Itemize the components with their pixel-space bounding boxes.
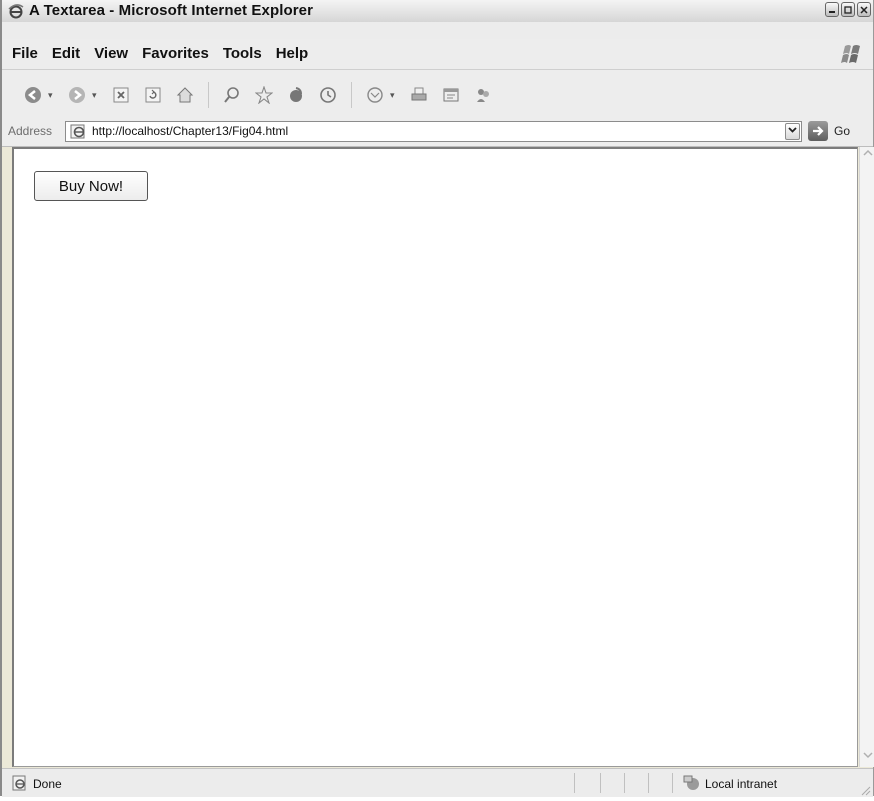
forward-dropdown-icon[interactable]: ▾ [92, 90, 100, 101]
messenger-icon[interactable] [472, 84, 494, 106]
edit-icon[interactable] [440, 84, 462, 106]
go-button[interactable]: Go [808, 121, 850, 141]
status-separator [600, 773, 601, 793]
go-arrow-icon [808, 121, 828, 141]
mail-icon[interactable] [364, 84, 386, 106]
status-separator [574, 773, 575, 793]
favorites-icon[interactable] [253, 84, 275, 106]
search-icon[interactable] [221, 84, 243, 106]
minimize-button[interactable] [825, 2, 839, 17]
window-title: A Textarea - Microsoft Internet Explorer [29, 2, 314, 19]
title-bar[interactable]: A Textarea - Microsoft Internet Explorer [2, 0, 873, 23]
resize-grip-icon[interactable] [859, 783, 871, 796]
ie-logo-icon [8, 3, 24, 19]
status-separator [624, 773, 625, 793]
refresh-icon[interactable] [142, 84, 164, 106]
menu-favorites[interactable]: Favorites [142, 45, 209, 62]
vertical-scrollbar[interactable] [859, 147, 874, 767]
address-url: http://localhost/Chapter13/Fig04.html [92, 124, 289, 138]
print-icon[interactable] [408, 84, 430, 106]
address-label: Address [8, 124, 53, 138]
page-done-icon [12, 775, 28, 791]
status-text: Done [33, 777, 62, 791]
back-dropdown-icon[interactable]: ▾ [48, 90, 56, 101]
buy-now-button[interactable]: Buy Now! [34, 171, 148, 201]
network-zone-icon [682, 774, 702, 792]
windows-flag-icon [839, 42, 865, 66]
toolbar-separator [351, 82, 352, 108]
browser-window: A Textarea - Microsoft Internet Explorer… [0, 0, 874, 797]
menu-help[interactable]: Help [276, 45, 309, 62]
menu-edit[interactable]: Edit [52, 45, 80, 62]
page-content: Buy Now! [12, 147, 858, 767]
menu-strip-background [2, 22, 873, 39]
status-separator [648, 773, 649, 793]
mail-dropdown-icon[interactable]: ▾ [390, 90, 398, 101]
status-bar: Done Local intranet [2, 768, 873, 797]
scroll-down-icon[interactable] [862, 751, 874, 765]
back-icon[interactable] [22, 84, 44, 106]
maximize-button[interactable] [841, 2, 855, 17]
menu-tools[interactable]: Tools [223, 45, 262, 62]
address-dropdown-button[interactable] [785, 123, 800, 140]
page-icon [70, 123, 87, 140]
menu-view[interactable]: View [94, 45, 128, 62]
forward-icon[interactable] [66, 84, 88, 106]
toolbar-separator [208, 82, 209, 108]
standard-toolbar: ▾ ▾ ▾ [2, 70, 873, 119]
status-separator [672, 773, 673, 793]
address-bar: Address http://localhost/Chapter13/Fig04… [2, 118, 873, 147]
scroll-up-icon[interactable] [862, 149, 874, 163]
security-zone-text: Local intranet [705, 777, 778, 791]
media-icon[interactable] [285, 84, 307, 106]
stop-icon[interactable] [110, 84, 132, 106]
close-button[interactable] [857, 2, 871, 17]
menu-bar: File Edit View Favorites Tools Help [2, 39, 873, 70]
home-icon[interactable] [174, 84, 196, 106]
window-controls [825, 2, 871, 17]
go-label: Go [834, 124, 851, 138]
history-icon[interactable] [317, 84, 339, 106]
address-input[interactable]: http://localhost/Chapter13/Fig04.html [65, 121, 802, 142]
menu-file[interactable]: File [12, 45, 38, 62]
